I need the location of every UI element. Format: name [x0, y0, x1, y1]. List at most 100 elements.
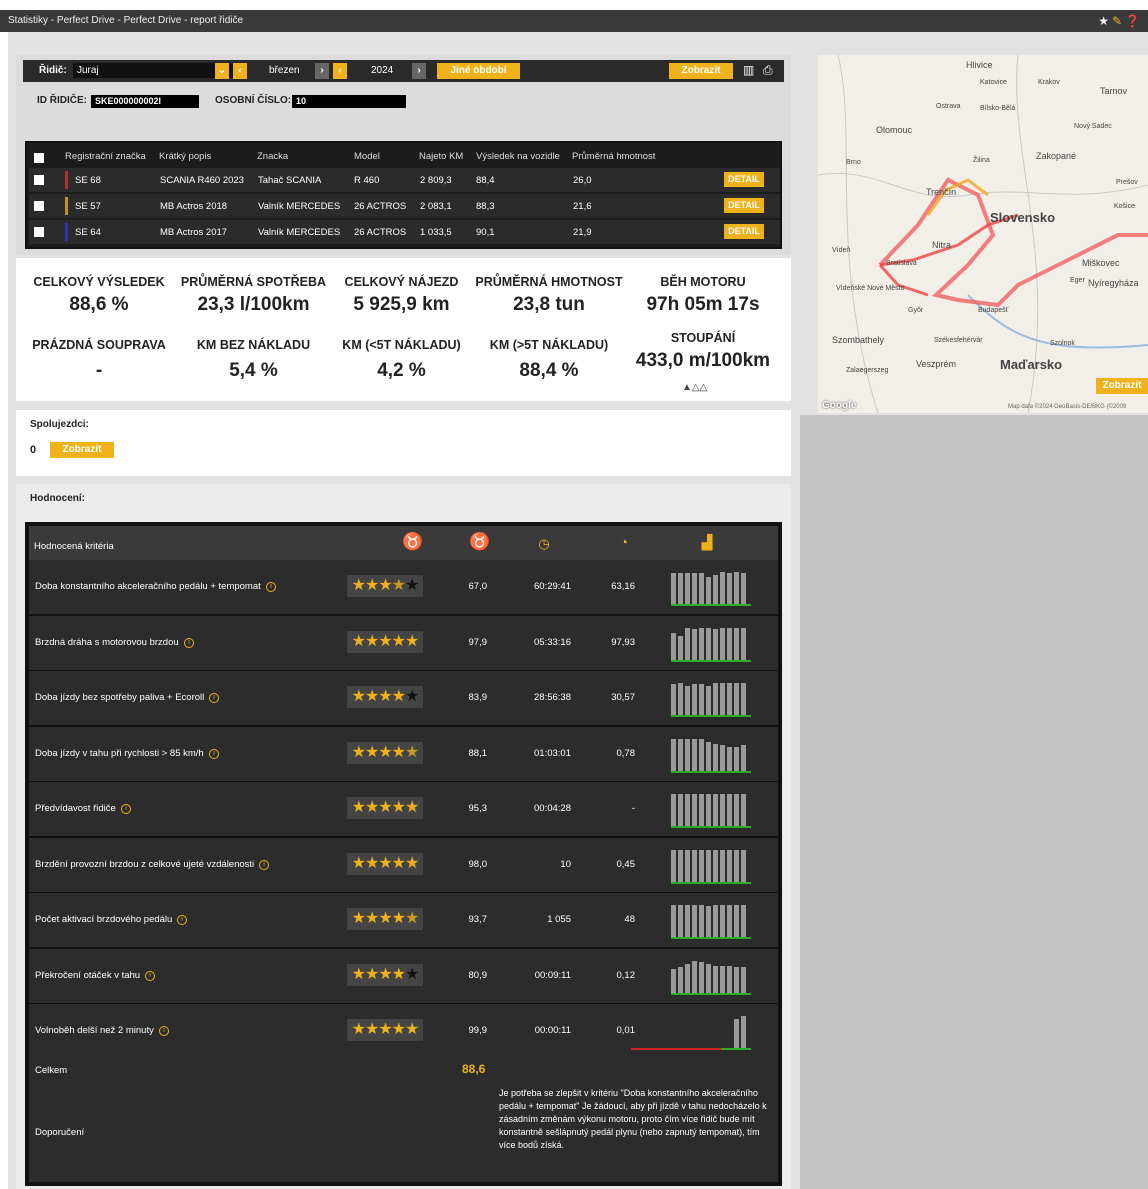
vehicle-row[interactable]: SE 68 SCANIA R460 2023 Tahač SCANIA R 46…	[29, 168, 780, 192]
star-icon: ★	[364, 1021, 379, 1038]
map-show-button[interactable]: Zobrazit	[1096, 378, 1148, 394]
vehicle-model: 26 ACTROS	[354, 201, 407, 212]
detail-button[interactable]: DETAIL	[724, 198, 764, 213]
show-button[interactable]: Zobrazit	[669, 63, 733, 79]
row-checkbox[interactable]	[34, 227, 44, 237]
driver-dropdown-button[interactable]: ⌄	[215, 63, 229, 79]
star-icon: ★	[391, 688, 406, 705]
star-icon: ★	[351, 1021, 366, 1038]
trend-bar	[720, 849, 725, 882]
select-all-checkbox[interactable]	[34, 153, 44, 163]
row-checkbox[interactable]	[34, 175, 44, 185]
criterion-score: 95,3	[468, 803, 488, 814]
trend-bar	[678, 738, 683, 771]
trend-bar	[741, 573, 746, 604]
bar-chart-icon: ▟	[701, 534, 713, 550]
trend-baseline	[671, 770, 751, 773]
trend-bar	[671, 849, 676, 882]
detail-button[interactable]: DETAIL	[724, 224, 764, 239]
info-icon[interactable]: i	[209, 748, 219, 759]
trend-bar	[727, 683, 732, 715]
evaluation-label: Hodnocení:	[30, 493, 85, 504]
map-place-label: Budapešť	[978, 307, 1009, 314]
next-month-button[interactable]: ›	[315, 63, 329, 79]
info-icon[interactable]: i	[177, 915, 187, 925]
trend-bar	[713, 905, 718, 937]
route-map[interactable]: Hlivice Katovice Krakov Tarnov Ostrava Bílsko…	[818, 55, 1148, 413]
info-icon[interactable]: i	[145, 970, 155, 981]
info-icon[interactable]: i	[159, 1026, 169, 1036]
star-icon: ★	[364, 799, 379, 816]
criterion-row: Doba jízdy bez spotřeby paliva + Ecoroll…	[29, 671, 778, 725]
trend-bar	[678, 573, 683, 604]
criterion-time: 00:04:28	[534, 803, 571, 814]
star-icon: ★	[378, 910, 392, 927]
recommendation-text: Je potřeba se zlepšit v kritériu "Doba k…	[499, 1088, 767, 1150]
trend-bar	[741, 794, 746, 826]
star-icon: ★	[378, 577, 392, 594]
trend-bar	[720, 572, 725, 604]
driver-select[interactable]: Juraj	[73, 63, 233, 78]
info-icon[interactable]: i	[266, 582, 276, 592]
info-icon[interactable]: i	[259, 859, 269, 870]
trend-baseline	[671, 715, 751, 717]
trend-bar	[720, 794, 725, 826]
star-icon: ★	[364, 632, 379, 650]
vehicle-weight: 21,9	[573, 227, 592, 238]
pin-icon[interactable]: ✎	[1112, 14, 1122, 28]
info-icon[interactable]: i	[121, 804, 131, 814]
co-drivers-panel: Spolujezdci: 0 Zobrazit	[16, 410, 791, 476]
star-icon: ★	[351, 688, 366, 705]
prev-month-button[interactable]: ‹	[233, 63, 247, 79]
star-icon: ★	[378, 799, 392, 816]
next-year-button[interactable]: ›	[412, 63, 426, 79]
row-checkbox[interactable]	[34, 201, 44, 211]
criterion-name: Volnoběh delší než 2 minuty	[35, 1025, 154, 1036]
year-value[interactable]: 2024	[371, 65, 393, 76]
prev-year-button[interactable]: ‹	[333, 63, 347, 79]
trend-bar	[720, 965, 725, 993]
star-icon: ★	[405, 688, 419, 705]
col-header-desc: Krátký popis	[159, 151, 212, 162]
vehicle-brand: Valník MERCEDES	[258, 201, 341, 212]
driver-id-field[interactable]: SKE000000002l	[91, 95, 199, 108]
export-icon[interactable]: ▥	[743, 63, 754, 77]
print-icon[interactable]: ⎙	[763, 63, 773, 78]
star-icon[interactable]: ★	[1098, 14, 1109, 28]
other-period-button[interactable]: Jiné období	[437, 63, 520, 79]
trend-bar	[699, 738, 704, 771]
col-header-brand: Znacka	[257, 151, 289, 162]
co-drivers-show-button[interactable]: Zobrazit	[50, 442, 114, 458]
personal-number-field[interactable]: 10	[292, 95, 406, 108]
col-header-result: Výsledek na vozidle	[476, 151, 560, 162]
trend-bar	[720, 905, 725, 937]
star-icon: ★	[351, 632, 366, 650]
star-icon: ★	[391, 854, 406, 872]
map-place-label: Eger	[1070, 277, 1085, 284]
info-icon[interactable]: i	[184, 637, 194, 648]
help-icon[interactable]: ❓	[1125, 14, 1140, 28]
vehicle-row[interactable]: SE 64 MB Actros 2017 Valník MERCEDES 26 …	[29, 220, 780, 244]
star-icon: ★	[351, 910, 366, 927]
trend-bar	[678, 635, 683, 660]
trend-bar	[671, 794, 676, 826]
criterion-row: Brzdění provozní brzdou z celkové ujeté …	[29, 837, 778, 892]
right-background	[800, 415, 1148, 1189]
vehicle-row[interactable]: SE 57 MB Actros 2018 Valník MERCEDES 26 …	[29, 194, 780, 218]
total-value: 88,6	[462, 1062, 486, 1076]
star-icon: ★	[391, 577, 406, 594]
trend-bar	[685, 794, 690, 826]
star-icon: ★	[405, 743, 419, 761]
info-icon[interactable]: i	[209, 693, 219, 703]
percent-clock-icon: ◔	[619, 534, 629, 550]
recommendation-row: Doporučení Je potřeba se zlepšit v krité…	[29, 1083, 778, 1182]
map-place-label: Olomouc	[876, 125, 913, 135]
map-place-label: Nitra	[932, 240, 952, 250]
month-value[interactable]: březen	[269, 65, 300, 76]
detail-button[interactable]: DETAIL	[724, 172, 764, 187]
trend-bars	[671, 734, 755, 774]
criterion-time: 10	[560, 858, 571, 870]
star-icon: ★	[364, 688, 379, 705]
star-icon: ★	[405, 799, 419, 816]
trend-bar	[734, 966, 739, 993]
